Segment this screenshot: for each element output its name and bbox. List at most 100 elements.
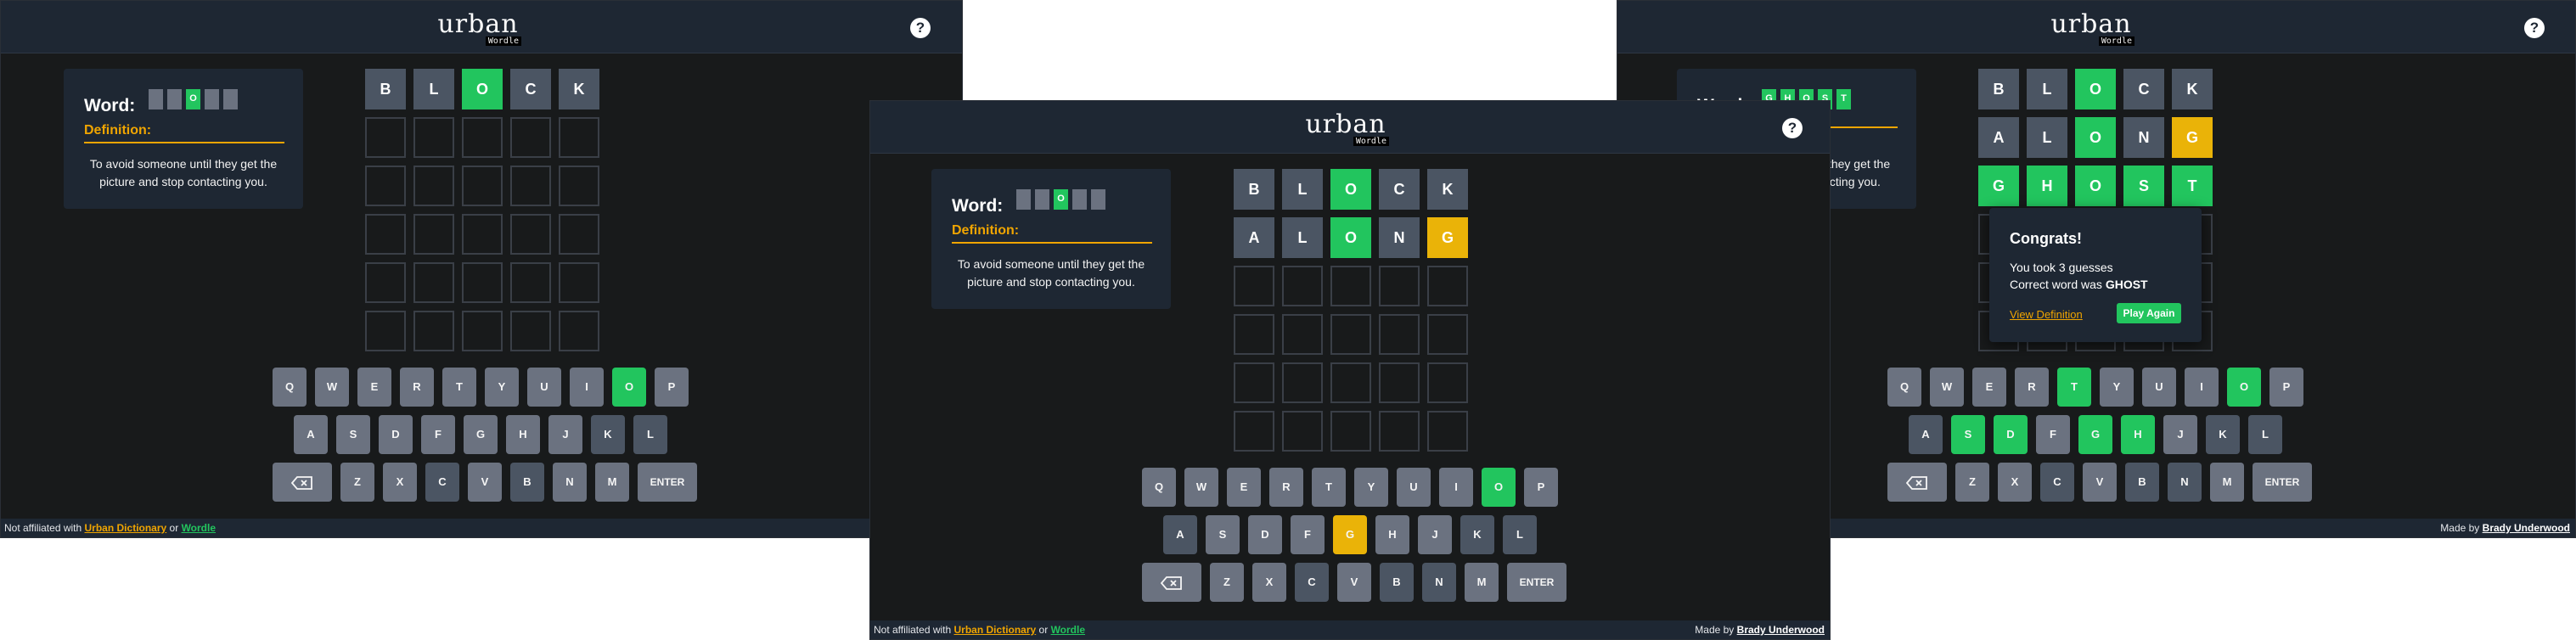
key-y[interactable]: Y xyxy=(1354,468,1388,507)
key-e[interactable]: E xyxy=(357,368,391,407)
key-h[interactable]: H xyxy=(506,415,540,454)
key-d[interactable]: D xyxy=(379,415,413,454)
key-t[interactable]: T xyxy=(2057,368,2091,407)
key-n[interactable]: N xyxy=(2168,463,2202,502)
urban-dictionary-link[interactable]: Urban Dictionary xyxy=(954,624,1037,636)
key-f[interactable]: F xyxy=(1291,515,1325,554)
key-p[interactable]: P xyxy=(655,368,689,407)
key-p[interactable]: P xyxy=(1524,468,1558,507)
key-k[interactable]: K xyxy=(591,415,625,454)
wordle-link[interactable]: Wordle xyxy=(182,522,216,534)
key-s[interactable]: S xyxy=(1951,415,1985,454)
key-o[interactable]: O xyxy=(1482,468,1516,507)
key-r[interactable]: R xyxy=(2015,368,2049,407)
key-c[interactable]: C xyxy=(2040,463,2074,502)
key-s[interactable]: S xyxy=(1206,515,1240,554)
key-h[interactable]: H xyxy=(2121,415,2155,454)
key-i[interactable]: I xyxy=(1439,468,1473,507)
logo[interactable]: urban Wordle xyxy=(2044,11,2138,47)
key-n[interactable]: N xyxy=(553,463,587,502)
key-p[interactable]: P xyxy=(2269,368,2303,407)
view-definition-link[interactable]: View Definition xyxy=(2010,308,2083,321)
wordle-link[interactable]: Wordle xyxy=(1051,624,1085,636)
key-o[interactable]: O xyxy=(612,368,646,407)
key-u[interactable]: U xyxy=(527,368,561,407)
key-u[interactable]: U xyxy=(1397,468,1431,507)
letter-slot xyxy=(1035,189,1049,210)
key-t[interactable]: T xyxy=(1312,468,1346,507)
key-q[interactable]: Q xyxy=(1142,468,1176,507)
key-w[interactable]: W xyxy=(315,368,349,407)
play-again-button[interactable]: Play Again xyxy=(2117,303,2181,323)
key-v[interactable]: V xyxy=(468,463,502,502)
urban-dictionary-link[interactable]: Urban Dictionary xyxy=(85,522,167,534)
key-d[interactable]: D xyxy=(1248,515,1282,554)
logo[interactable]: urban Wordle xyxy=(1299,111,1392,147)
key-z[interactable]: Z xyxy=(340,463,374,502)
key-t[interactable]: T xyxy=(442,368,476,407)
key-b[interactable]: B xyxy=(2125,463,2159,502)
key-i[interactable]: I xyxy=(2185,368,2219,407)
key-enter[interactable]: ENTER xyxy=(1507,563,1566,602)
key-w[interactable]: W xyxy=(1184,468,1218,507)
key-l[interactable]: L xyxy=(2248,415,2282,454)
help-icon[interactable]: ? xyxy=(910,18,931,38)
key-s[interactable]: S xyxy=(336,415,370,454)
key-backspace[interactable] xyxy=(273,463,332,502)
key-backspace[interactable] xyxy=(1887,463,1947,502)
key-v[interactable]: V xyxy=(1337,563,1371,602)
key-l[interactable]: L xyxy=(1503,515,1537,554)
key-y[interactable]: Y xyxy=(485,368,519,407)
key-k[interactable]: K xyxy=(2206,415,2240,454)
key-r[interactable]: R xyxy=(1269,468,1303,507)
key-j[interactable]: J xyxy=(548,415,582,454)
key-m[interactable]: M xyxy=(1465,563,1499,602)
key-l[interactable]: L xyxy=(633,415,667,454)
key-j[interactable]: J xyxy=(1418,515,1452,554)
key-c[interactable]: C xyxy=(425,463,459,502)
key-m[interactable]: M xyxy=(2210,463,2244,502)
logo[interactable]: urban Wordle xyxy=(431,11,525,47)
key-i[interactable]: I xyxy=(570,368,604,407)
key-a[interactable]: A xyxy=(1909,415,1943,454)
key-b[interactable]: B xyxy=(510,463,544,502)
key-a[interactable]: A xyxy=(1163,515,1197,554)
author-link[interactable]: Brady Underwood xyxy=(2483,522,2570,534)
key-z[interactable]: Z xyxy=(1955,463,1989,502)
key-enter[interactable]: ENTER xyxy=(638,463,697,502)
author-link[interactable]: Brady Underwood xyxy=(1737,624,1825,636)
key-u[interactable]: U xyxy=(2142,368,2176,407)
key-e[interactable]: E xyxy=(1972,368,2006,407)
key-q[interactable]: Q xyxy=(1887,368,1921,407)
key-g[interactable]: G xyxy=(1333,515,1367,554)
key-c[interactable]: C xyxy=(1295,563,1329,602)
key-f[interactable]: F xyxy=(421,415,455,454)
key-f[interactable]: F xyxy=(2036,415,2070,454)
footer-credit: Made by Brady Underwood xyxy=(1695,620,1825,639)
help-icon[interactable]: ? xyxy=(1782,118,1803,138)
key-q[interactable]: Q xyxy=(273,368,307,407)
key-o[interactable]: O xyxy=(2227,368,2261,407)
key-a[interactable]: A xyxy=(294,415,328,454)
key-x[interactable]: X xyxy=(1252,563,1286,602)
key-k[interactable]: K xyxy=(1460,515,1494,554)
key-b[interactable]: B xyxy=(1380,563,1414,602)
key-j[interactable]: J xyxy=(2163,415,2197,454)
key-e[interactable]: E xyxy=(1227,468,1261,507)
key-g[interactable]: G xyxy=(2078,415,2112,454)
key-n[interactable]: N xyxy=(1422,563,1456,602)
key-g[interactable]: G xyxy=(464,415,498,454)
key-v[interactable]: V xyxy=(2083,463,2117,502)
help-icon[interactable]: ? xyxy=(2524,18,2545,38)
key-d[interactable]: D xyxy=(1994,415,2028,454)
key-z[interactable]: Z xyxy=(1210,563,1244,602)
key-backspace[interactable] xyxy=(1142,563,1201,602)
key-w[interactable]: W xyxy=(1930,368,1964,407)
key-enter[interactable]: ENTER xyxy=(2253,463,2312,502)
key-m[interactable]: M xyxy=(595,463,629,502)
key-x[interactable]: X xyxy=(1998,463,2032,502)
key-x[interactable]: X xyxy=(383,463,417,502)
key-y[interactable]: Y xyxy=(2100,368,2134,407)
key-r[interactable]: R xyxy=(400,368,434,407)
key-h[interactable]: H xyxy=(1375,515,1409,554)
